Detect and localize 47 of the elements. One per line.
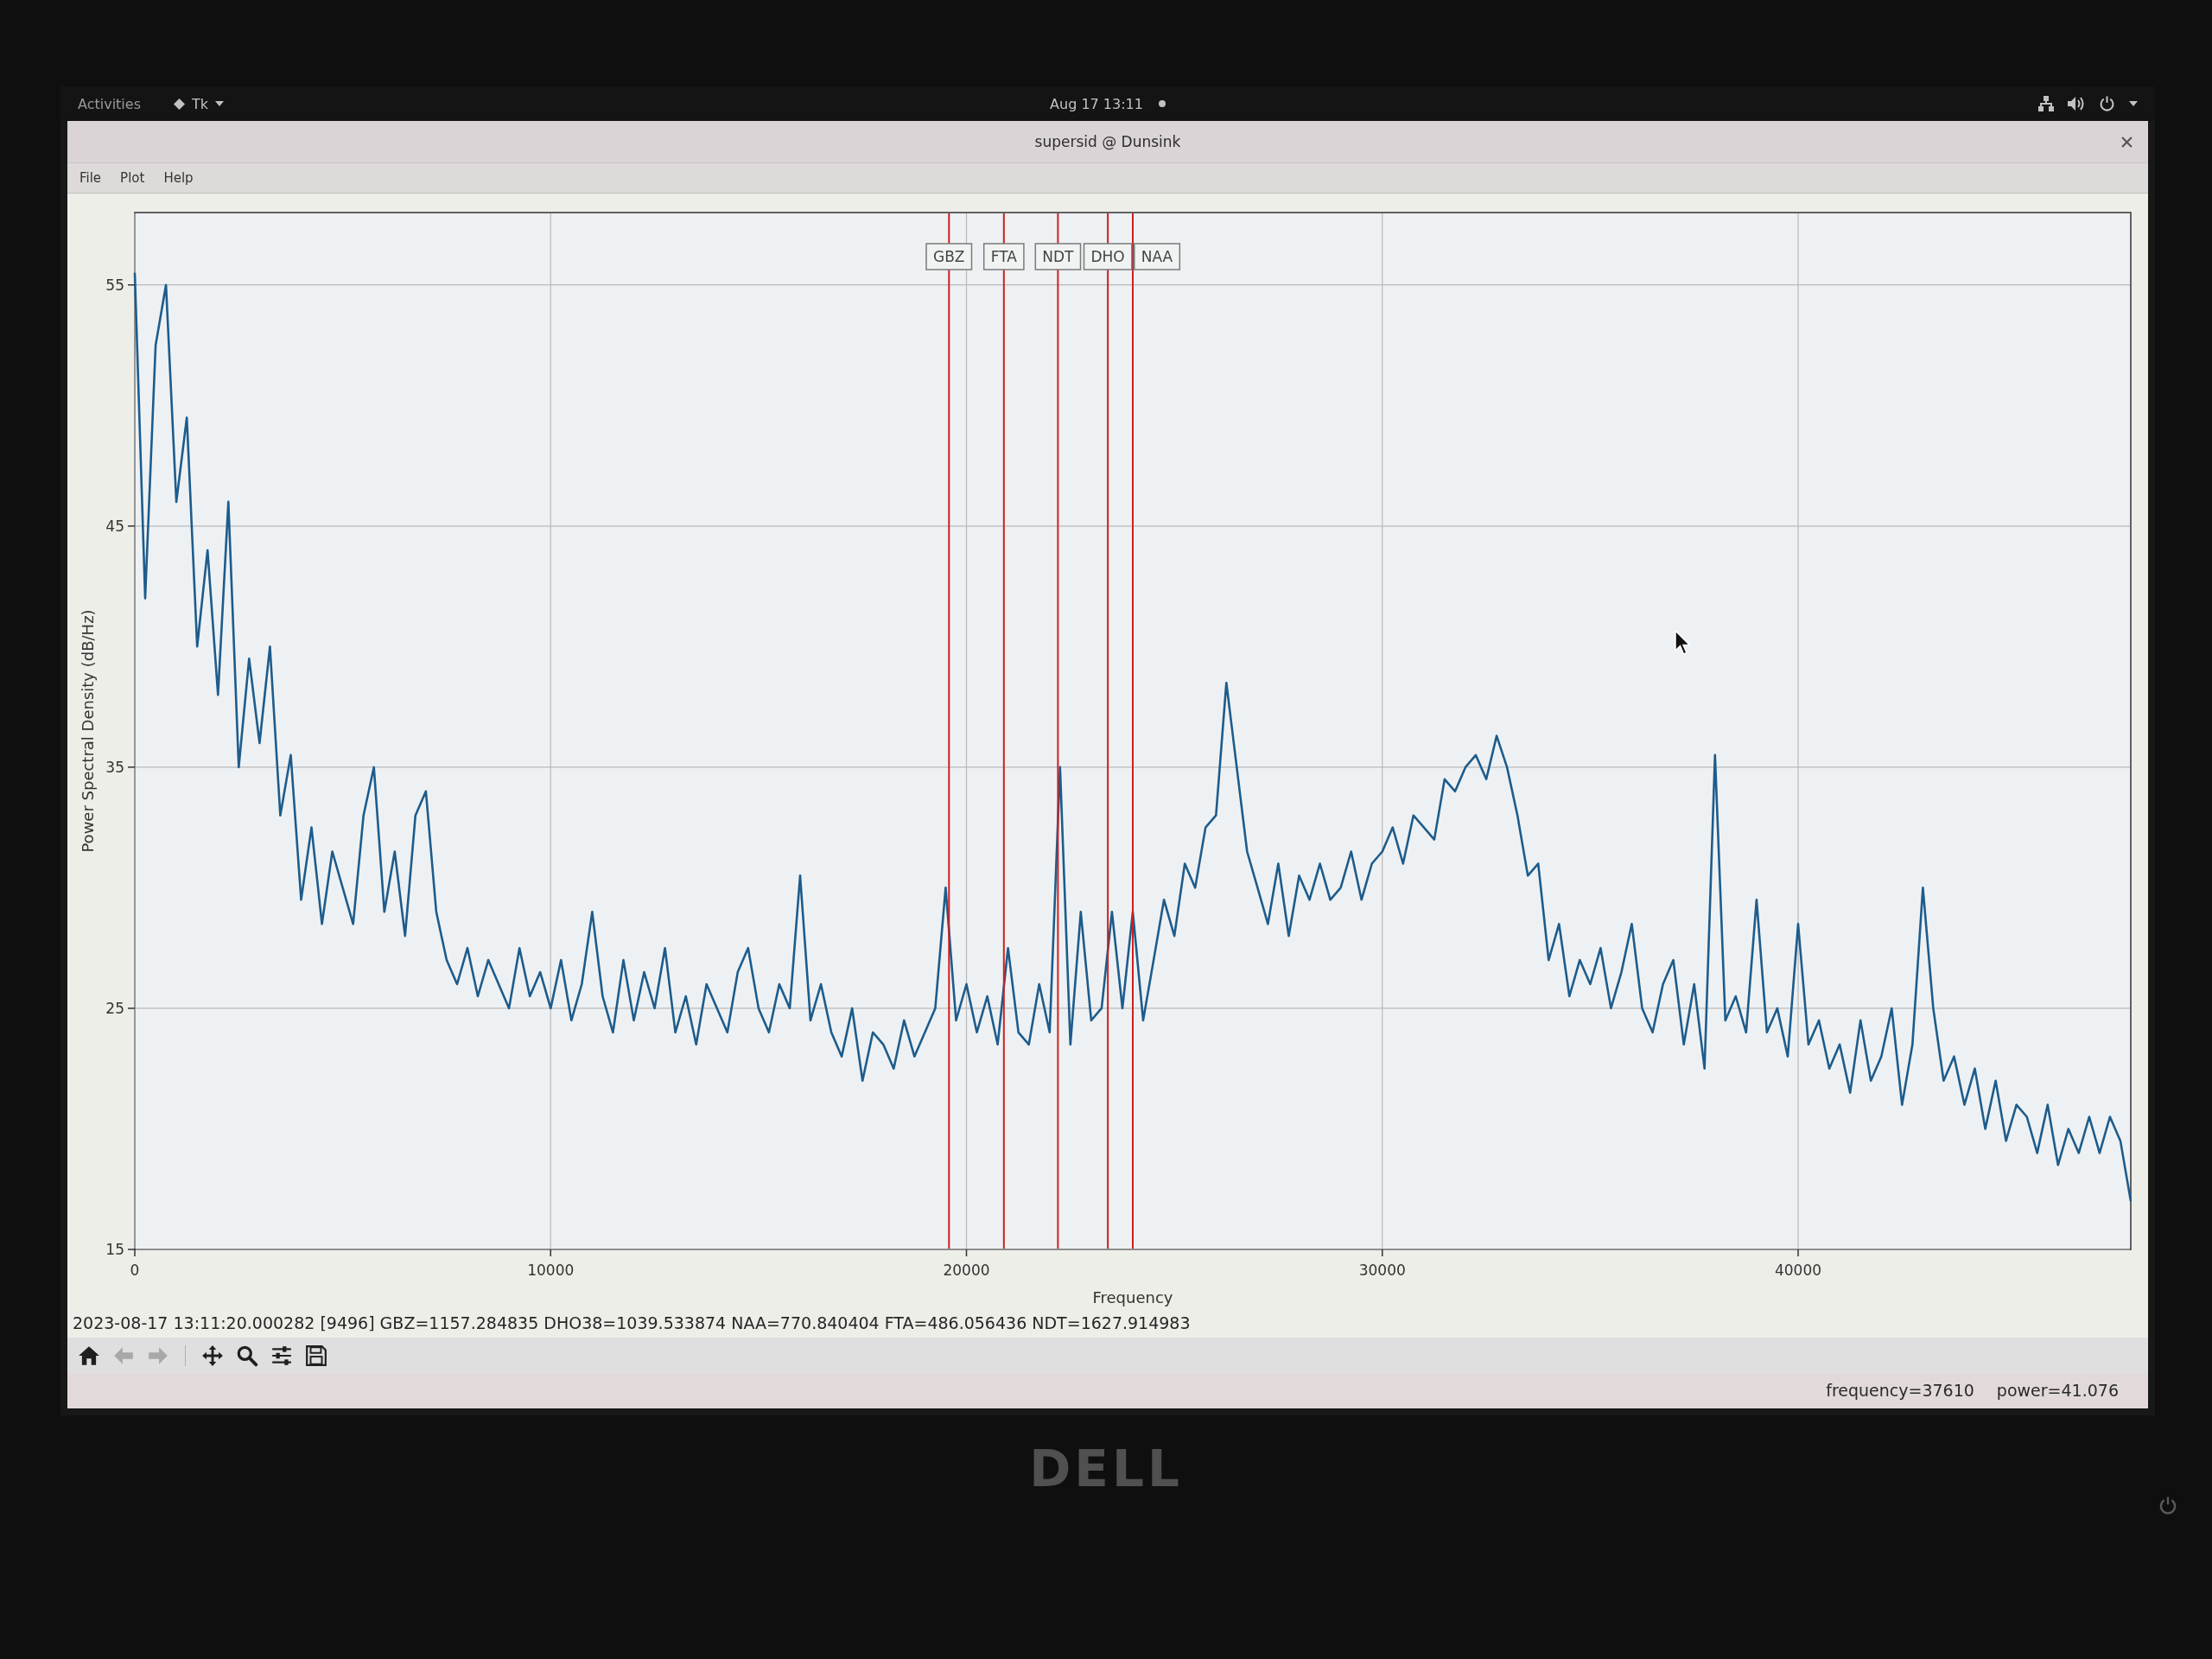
logo-text: DELL [1029, 1440, 1183, 1498]
clock-button[interactable]: Aug 17 13:11 [1046, 93, 1169, 114]
ref-line-label: NAA [1141, 248, 1173, 265]
x-axis-title: Frequency [1092, 1288, 1173, 1306]
x-tick-label: 40000 [1774, 1262, 1822, 1279]
window-title: supersid @ Dunsink [1034, 133, 1181, 150]
cursor-readout: frequency=37610 [1826, 1381, 1974, 1400]
four-way-arrow-icon[interactable] [201, 1344, 224, 1367]
ref-line-label: GBZ [933, 248, 965, 265]
app-menu[interactable]: Tk [170, 93, 228, 114]
dot-icon [1158, 100, 1166, 107]
magnifier-icon[interactable] [236, 1344, 258, 1367]
ref-line-label: DHO [1090, 248, 1125, 265]
mouse-pointer-icon [1675, 630, 1692, 656]
y-tick-label: 15 [105, 1241, 124, 1258]
activities-button[interactable]: Activities [74, 93, 144, 114]
diamond-icon [174, 98, 185, 110]
x-tick-label: 20000 [943, 1262, 990, 1279]
x-tick-label: 0 [130, 1262, 140, 1279]
x-tick-label: 30000 [1358, 1262, 1406, 1279]
y-tick-label: 55 [105, 276, 124, 294]
cursor-readout: power=41.076 [1996, 1381, 2119, 1400]
ref-line-label: NDT [1042, 248, 1075, 265]
ref-line-label: FTA [990, 248, 1018, 265]
station-label: FTA [982, 243, 1025, 270]
home-icon[interactable] [78, 1344, 100, 1367]
menu-item[interactable]: Plot [113, 167, 152, 189]
y-axis-title: Power Spectral Density (dB/Hz) [79, 609, 97, 853]
status-text: 2023-08-17 13:11:20.000282 [9496] GBZ=1157.284835 DHO38=1039.533874 NAA=770.840404 FTA=486.056436 NDT=1627.914983 [72, 1313, 1192, 1334]
network-icon [2038, 96, 2054, 111]
caret-icon [2129, 101, 2138, 106]
close-icon[interactable] [2121, 136, 2133, 148]
power-icon [2099, 95, 2115, 112]
x-tick-label: 10000 [527, 1262, 575, 1279]
y-tick-label: 25 [105, 999, 124, 1017]
speaker-icon [2068, 96, 2085, 111]
y-tick-label: 35 [105, 758, 124, 776]
sliders-icon[interactable] [270, 1344, 293, 1367]
menu-item[interactable]: File [73, 167, 109, 189]
power-icon [2158, 1497, 2177, 1516]
station-label: NDT [1034, 243, 1082, 270]
menu-item[interactable]: Help [156, 167, 200, 189]
y-tick-label: 45 [105, 517, 124, 535]
station-label: DHO [1083, 243, 1133, 270]
station-label: GBZ [925, 243, 973, 270]
caret-icon [215, 101, 225, 106]
station-label: NAA [1134, 243, 1181, 270]
